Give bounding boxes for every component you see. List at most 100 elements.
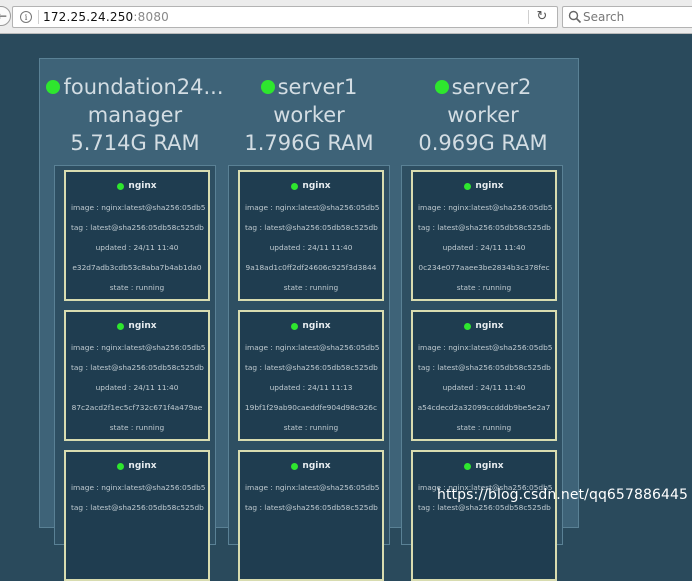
task-tag: tag : latest@sha256:05db58c525db: [245, 503, 378, 512]
url-host: 172.25.24.250: [43, 10, 134, 24]
node-header: server1 worker 1.796G RAM: [224, 73, 394, 157]
task-service-name: nginx: [128, 181, 157, 191]
task-service-name: nginx: [302, 321, 331, 331]
url-text[interactable]: 172.25.24.250:8080: [43, 10, 169, 25]
task-status-dot-icon: [117, 462, 125, 470]
task-status-dot-icon: [464, 182, 472, 190]
node-name-line: server2: [398, 73, 568, 101]
task-title: nginx: [240, 321, 382, 331]
task-updated: updated : 24/11 11:40: [95, 243, 179, 252]
node-ram: 5.714G RAM: [70, 131, 200, 155]
task-service-name: nginx: [475, 461, 504, 471]
task-card[interactable]: nginx image : nginx:latest@sha256:05db5 ta…: [238, 170, 384, 301]
task-tag: tag : latest@sha256:05db58c525db: [71, 503, 204, 512]
task-status-dot-icon: [291, 322, 299, 330]
node-name-line: foundation24...: [46, 73, 224, 101]
task-service-name: nginx: [302, 461, 331, 471]
task-image: image : nginx:latest@sha256:05db5: [245, 483, 380, 492]
task-card[interactable]: nginx image : nginx:latest@sha256:05db5 ta…: [238, 450, 384, 581]
reload-separator: [528, 10, 529, 24]
node-role: manager: [87, 103, 183, 127]
task-image: image : nginx:latest@sha256:05db5: [71, 203, 206, 212]
task-status-dot-icon: [117, 182, 125, 190]
node-name: server1: [277, 75, 358, 99]
task-status-dot-icon: [117, 322, 125, 330]
task-image: image : nginx:latest@sha256:05db5: [418, 203, 553, 212]
task-state: state : running: [456, 423, 512, 432]
task-state: state : running: [109, 423, 165, 432]
search-bar[interactable]: Search: [562, 6, 692, 28]
task-id: 9a18ad1c0ff2df24606c925f3d3844: [245, 263, 377, 272]
task-state: state : running: [283, 283, 339, 292]
task-title: nginx: [66, 461, 208, 471]
task-state: state : running: [456, 283, 512, 292]
task-card[interactable]: nginx image : nginx:latest@sha256:05db5 ta…: [411, 450, 557, 581]
node-name-line: server1: [224, 73, 394, 101]
node-column: nginx image : nginx:latest@sha256:05db5 ta…: [54, 165, 216, 581]
task-state: state : running: [283, 423, 339, 432]
task-service-name: nginx: [475, 321, 504, 331]
task-title: nginx: [413, 461, 555, 471]
url-separator: [38, 10, 39, 24]
task-image: image : nginx:latest@sha256:05db5: [245, 343, 380, 352]
task-card[interactable]: nginx image : nginx:latest@sha256:05db5 ta…: [64, 170, 210, 301]
status-dot-icon: [260, 80, 275, 94]
task-updated: updated : 24/11 11:40: [95, 383, 179, 392]
task-card[interactable]: nginx image : nginx:latest@sha256:05db5 ta…: [64, 310, 210, 441]
task-id: 19bf1f29ab90caeddfe904d98c926c: [244, 403, 378, 412]
task-status-dot-icon: [291, 462, 299, 470]
task-title: nginx: [413, 181, 555, 191]
task-card[interactable]: nginx image : nginx:latest@sha256:05db5 ta…: [411, 170, 557, 301]
task-title: nginx: [240, 461, 382, 471]
task-id: 0c234e077aaee3be2834b3c378fec: [418, 263, 550, 272]
node-header: foundation24... manager 5.714G RAM: [46, 73, 224, 157]
task-tag: tag : latest@sha256:05db58c525db: [245, 223, 378, 232]
search-icon: [568, 10, 582, 24]
node-ram: 1.796G RAM: [244, 131, 374, 155]
task-updated: updated : 24/11 11:13: [269, 383, 353, 392]
task-title: nginx: [240, 181, 382, 191]
cluster-panel: foundation24... manager 5.714G RAM nginx ima…: [39, 58, 579, 581]
node-column: nginx image : nginx:latest@sha256:05db5 ta…: [228, 165, 390, 581]
task-service-name: nginx: [302, 181, 331, 191]
task-tag: tag : latest@sha256:05db58c525db: [71, 363, 204, 372]
task-service-name: nginx: [475, 181, 504, 191]
node-role: worker: [447, 103, 519, 127]
task-title: nginx: [66, 181, 208, 191]
task-status-dot-icon: [464, 462, 472, 470]
task-image: image : nginx:latest@sha256:05db5: [71, 483, 206, 492]
task-image: image : nginx:latest@sha256:05db5: [418, 343, 553, 352]
url-bar[interactable]: i 172.25.24.250:8080 ↻: [12, 6, 558, 28]
task-updated: updated : 24/11 11:40: [442, 243, 526, 252]
task-tag: tag : latest@sha256:05db58c525db: [71, 223, 204, 232]
info-icon[interactable]: i: [20, 11, 32, 23]
node-role: worker: [273, 103, 345, 127]
task-updated: updated : 24/11 11:40: [442, 383, 526, 392]
task-tag: tag : latest@sha256:05db58c525db: [418, 223, 551, 232]
url-port: :8080: [133, 10, 169, 24]
task-tag: tag : latest@sha256:05db58c525db: [418, 363, 551, 372]
task-updated: updated : 24/11 11:40: [269, 243, 353, 252]
task-image: image : nginx:latest@sha256:05db5: [71, 343, 206, 352]
task-service-name: nginx: [128, 321, 157, 331]
task-id: 87c2acd2f1ec5cf732c671f4a479ae: [71, 403, 203, 412]
browser-toolbar: ← i 172.25.24.250:8080 ↻ Search: [0, 0, 692, 34]
reload-icon[interactable]: ↻: [535, 9, 549, 25]
task-card[interactable]: nginx image : nginx:latest@sha256:05db5 ta…: [411, 310, 557, 441]
node-name: foundation24...: [63, 75, 224, 99]
node-ram: 0.969G RAM: [418, 131, 548, 155]
back-arrow-icon[interactable]: ←: [0, 6, 11, 26]
node-name: server2: [451, 75, 532, 99]
task-card[interactable]: nginx image : nginx:latest@sha256:05db5 ta…: [238, 310, 384, 441]
task-image: image : nginx:latest@sha256:05db5: [245, 203, 380, 212]
task-service-name: nginx: [128, 461, 157, 471]
task-title: nginx: [66, 321, 208, 331]
task-title: nginx: [413, 321, 555, 331]
watermark: https://blog.csdn.net/qq657886445: [437, 487, 688, 503]
status-dot-icon: [46, 80, 61, 94]
task-tag: tag : latest@sha256:05db58c525db: [418, 503, 551, 512]
task-card[interactable]: nginx image : nginx:latest@sha256:05db5 ta…: [64, 450, 210, 581]
task-state: state : running: [109, 283, 165, 292]
task-id: a54cdecd2a32099ccdddb9be5e2a7: [417, 403, 551, 412]
search-placeholder: Search: [583, 10, 625, 24]
